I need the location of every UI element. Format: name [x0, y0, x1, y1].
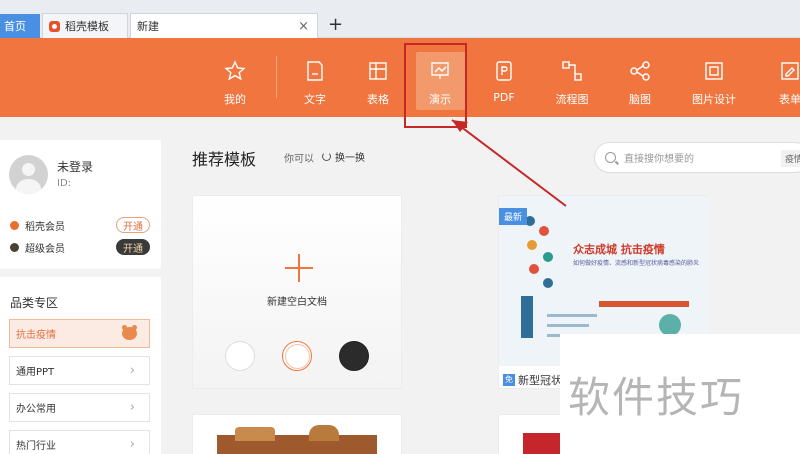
tool-mine-label: 我的 — [224, 93, 246, 106]
decor-dot — [539, 226, 549, 236]
decor-dot — [527, 240, 537, 250]
category-item-label: 办公常用 — [16, 404, 56, 415]
tool-pdf-label: PDF — [493, 91, 515, 104]
tool-writer-label: 文字 — [304, 93, 326, 106]
virus-illustration — [659, 314, 681, 336]
search-placeholder: 直接搜你想要的 — [624, 154, 694, 165]
refresh-label: 换一换 — [335, 153, 365, 164]
member-row-daoke: 稻壳会员 开通 — [10, 216, 150, 234]
pdf-icon — [496, 61, 512, 81]
form-icon — [781, 62, 799, 80]
tool-flowchart-label: 流程图 — [555, 93, 589, 106]
category-item-office[interactable]: 办公常用 › — [9, 393, 150, 422]
search-icon — [605, 152, 616, 163]
watermark-text: 软件技巧 — [568, 373, 745, 422]
category-item-epidemic[interactable]: 抗击疫情 — [9, 319, 150, 348]
template-title-text: 新型冠状 — [518, 374, 562, 387]
tool-spreadsheet-label: 表格 — [367, 93, 389, 106]
template-thumbnail — [217, 425, 377, 454]
watermark-panel: 软件技巧 — [560, 334, 800, 454]
tool-form-label: 表单 — [779, 93, 800, 106]
image-design-icon — [705, 62, 723, 80]
category-item-general-ppt[interactable]: 通用PPT › — [9, 356, 150, 385]
tool-writer[interactable]: 文字 — [283, 38, 347, 117]
template-headline: 众志成城 抗击疫情 — [573, 243, 665, 256]
tool-flowchart[interactable]: 流程图 — [540, 38, 604, 117]
theme-default-swatch[interactable] — [282, 341, 312, 371]
refresh-button[interactable]: 换一换 — [322, 149, 365, 164]
category-panel: 品类专区 抗击疫情 通用PPT › 办公常用 › 热门行业 › — [0, 277, 161, 454]
template-card[interactable] — [192, 414, 402, 454]
open-daoke-member-button[interactable]: 开通 — [116, 217, 150, 233]
category-title: 品类专区 — [10, 296, 59, 310]
tab-new[interactable]: 新建 × — [130, 13, 318, 38]
flowchart-icon — [562, 61, 582, 81]
app-toolbar: 我的 文字 表格 演示 PDF 流程图 脑图 图片设计 表单 — [0, 38, 800, 117]
member-label: 超级会员 — [25, 243, 65, 255]
tab-bar: 首页 稻壳模板 新建 × + — [0, 0, 800, 38]
user-card: 未登录 ID: 稻壳会员 开通 超级会员 开通 — [0, 140, 161, 269]
category-item-industry[interactable]: 热门行业 › — [9, 430, 150, 454]
category-item-label: 通用PPT — [16, 367, 55, 378]
close-icon[interactable]: × — [298, 19, 309, 34]
search-input[interactable]: 直接搜你想要的 疫情 — [594, 142, 800, 173]
tool-spreadsheet[interactable]: 表格 — [346, 38, 410, 117]
star-icon — [224, 60, 246, 81]
user-name[interactable]: 未登录 — [57, 158, 93, 175]
search-hot-tag[interactable]: 疫情 — [781, 150, 800, 167]
theme-white-swatch[interactable] — [225, 341, 255, 371]
decor-dot — [543, 278, 553, 288]
member-row-super: 超级会员 开通 — [10, 238, 150, 256]
tool-image-design[interactable]: 图片设计 — [682, 38, 746, 117]
category-item-label: 抗击疫情 — [16, 330, 56, 341]
chevron-right-icon: › — [129, 363, 135, 378]
tool-mindmap[interactable]: 脑图 — [608, 38, 672, 117]
template-title: 免 新型冠状 — [503, 372, 562, 388]
chevron-right-icon: › — [129, 437, 135, 452]
tab-daoke-label: 稻壳模板 — [65, 20, 109, 33]
tab-daoke-templates[interactable]: 稻壳模板 — [42, 13, 128, 38]
toolbar-divider — [276, 56, 277, 98]
decor-dot — [529, 264, 539, 274]
decor-line — [547, 314, 597, 317]
theme-black-swatch[interactable] — [339, 341, 369, 371]
chevron-right-icon: › — [129, 400, 135, 415]
decor-block — [521, 296, 533, 338]
super-member-icon — [10, 242, 19, 252]
bear-icon — [122, 325, 137, 340]
template-subline: 如何做好疫情、流感和新型冠状病毒感染的肺炎 — [573, 260, 700, 267]
daoke-member-icon — [10, 220, 19, 230]
user-id: ID: — [57, 178, 72, 189]
tool-mine[interactable]: 我的 — [203, 38, 267, 117]
avatar[interactable] — [9, 155, 48, 194]
plus-icon — [285, 254, 313, 282]
section-hint: 你可以 — [284, 154, 314, 165]
table-icon — [369, 62, 387, 80]
annotation-highlight-box — [404, 43, 467, 128]
tool-mindmap-label: 脑图 — [629, 93, 651, 106]
tab-home[interactable]: 首页 — [0, 14, 40, 38]
daoke-logo-icon — [49, 20, 60, 32]
new-badge: 最新 — [499, 208, 528, 225]
decor-line — [547, 324, 589, 327]
decor-dot — [543, 252, 553, 262]
section-title: 推荐模板 — [192, 150, 257, 169]
tool-form[interactable]: 表单 — [758, 38, 800, 117]
doc-icon — [307, 61, 323, 81]
tool-pdf[interactable]: PDF — [472, 38, 536, 117]
tool-image-design-label: 图片设计 — [692, 93, 736, 106]
new-blank-document-card[interactable]: 新建空白文档 — [192, 195, 402, 389]
free-badge: 免 — [503, 374, 515, 386]
new-blank-document-label: 新建空白文档 — [267, 297, 327, 308]
tab-new-label: 新建 — [137, 20, 159, 33]
category-item-label: 热门行业 — [16, 441, 56, 452]
member-label: 稻壳会员 — [25, 221, 65, 233]
decor-bar — [599, 301, 689, 307]
add-tab-icon[interactable]: + — [328, 14, 343, 35]
open-super-member-button[interactable]: 开通 — [116, 239, 150, 255]
refresh-icon — [322, 152, 331, 161]
mindmap-icon — [630, 61, 650, 81]
